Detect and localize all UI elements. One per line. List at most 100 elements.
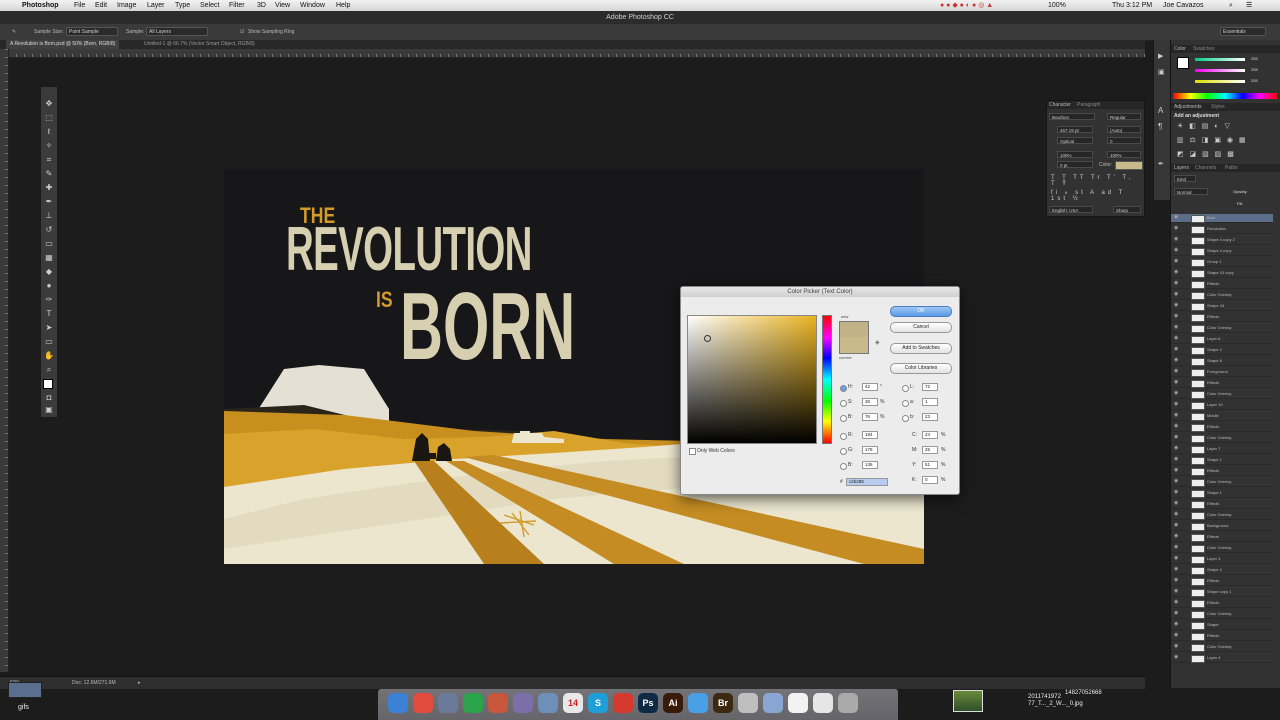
eye-icon[interactable]: ◉ [1174, 523, 1180, 528]
eye-icon[interactable]: ◉ [1174, 655, 1180, 660]
layer-row[interactable]: ◉ Shape 2 [1171, 346, 1273, 355]
layer-row[interactable]: ◉ Color Overlay [1171, 324, 1273, 333]
layer-row[interactable]: ◉ Background [1171, 522, 1273, 531]
desktop-file-2[interactable]: 14827052668 [1065, 690, 1102, 696]
user-name[interactable]: Joe Cavazos [1163, 0, 1203, 11]
screen-mode-icon[interactable]: ▣ [44, 405, 54, 415]
eye-icon[interactable]: ◉ [1174, 391, 1180, 396]
rocket-icon[interactable] [438, 693, 458, 713]
menu-layer[interactable]: Layer [147, 0, 165, 11]
eye-icon[interactable]: ◉ [1174, 578, 1180, 583]
sample-select[interactable]: All Layers [146, 27, 208, 36]
healing-tool-icon[interactable]: ✚ [44, 183, 54, 193]
hue-slider[interactable] [822, 315, 832, 444]
layer-row[interactable]: ◉ Effects [1171, 533, 1273, 542]
eye-icon[interactable]: ◉ [1174, 556, 1180, 561]
eye-icon[interactable]: ◉ [1174, 358, 1180, 363]
layer-row[interactable]: ◉ Shape 1 [1171, 456, 1273, 465]
menu-file[interactable]: File [74, 0, 85, 11]
foreground-color-swatch[interactable] [43, 379, 53, 389]
layer-row[interactable]: ◉ Middle [1171, 412, 1273, 421]
desktop-folder-gifs[interactable] [8, 682, 42, 698]
layer-row[interactable]: ◉ Shape 4 [1171, 566, 1273, 575]
layer-row[interactable]: ◉ Color Overlay [1171, 643, 1273, 652]
layer-row[interactable]: ◉ Layer 4 [1171, 654, 1273, 663]
file-icon[interactable] [813, 693, 833, 713]
blue-slider[interactable] [1195, 80, 1245, 83]
chrome-icon[interactable] [413, 693, 433, 713]
clock[interactable]: Thu 3:12 PM [1112, 0, 1152, 11]
menu-edit[interactable]: Edit [95, 0, 107, 11]
type-tool-icon[interactable]: T [44, 309, 54, 319]
calendar-icon[interactable]: 14 [563, 693, 583, 713]
blue-value[interactable]: 255 [1251, 78, 1258, 83]
hand-tool-icon[interactable]: ✋ [44, 351, 54, 361]
eye-icon[interactable]: ◉ [1174, 479, 1180, 484]
red-slider[interactable] [1195, 58, 1245, 61]
move-tool-icon[interactable]: ✥ [44, 99, 54, 109]
input-r[interactable]: 194 [862, 431, 878, 439]
input-y[interactable]: 51 [922, 461, 938, 469]
preview-icon[interactable] [538, 693, 558, 713]
layer-row[interactable]: ◉ Layer 6 [1171, 335, 1273, 344]
illustrator-icon[interactable]: Ai [663, 693, 683, 713]
layer-row[interactable]: ◉ Shape 4 copy 2 [1171, 236, 1273, 245]
adjustment-icons-row-1[interactable]: ☀ ◧ ▤ ◐ ▽ [1177, 122, 1232, 130]
path-select-tool-icon[interactable]: ➤ [44, 323, 54, 333]
vertical-ruler[interactable] [0, 49, 9, 672]
tab-color[interactable]: Color [1174, 45, 1186, 53]
menu-view[interactable]: View [275, 0, 290, 11]
font-family-select[interactable]: Bourbon [1049, 113, 1095, 120]
eye-icon[interactable]: ◉ [1174, 281, 1180, 286]
tab-paths[interactable]: Paths [1225, 164, 1238, 172]
eye-icon[interactable]: ◉ [1174, 314, 1180, 319]
eye-icon[interactable]: ◉ [1174, 545, 1180, 550]
layer-row[interactable]: ◉ Group 1 [1171, 258, 1273, 267]
spectrum-bar[interactable] [1173, 93, 1277, 99]
layer-row[interactable]: ◉ Shape 8 [1171, 357, 1273, 366]
radio-g[interactable] [840, 448, 847, 455]
radio-s[interactable] [840, 400, 847, 407]
layer-row[interactable]: ◉ Color Overlay [1171, 544, 1273, 553]
adjustment-icons-row-2[interactable]: ▥ ⚖ ◨ ▣ ◉ ▦ [1177, 136, 1248, 144]
status-icons[interactable]: ● ● ◆ ● ◐ ● ◎ ▲ [940, 0, 993, 11]
document-icon[interactable] [788, 693, 808, 713]
eye-icon[interactable]: ◉ [1174, 622, 1180, 627]
character-panel-icon[interactable]: A [1158, 106, 1163, 115]
vertical-scale-field[interactable]: 100% [1057, 151, 1093, 158]
input-k[interactable]: 0 [922, 476, 938, 484]
quick-select-tool-icon[interactable]: ✧ [44, 141, 54, 151]
layer-row[interactable]: ◉ Color Overlay [1171, 478, 1273, 487]
zoom-tool-icon[interactable]: ⌕ [44, 365, 54, 375]
adjustment-icons-row-3[interactable]: ◩ ◪ ▧ ▨ ▩ [1177, 150, 1236, 158]
tracking-field[interactable]: 0 [1107, 137, 1141, 144]
eye-icon[interactable]: ◉ [1174, 226, 1180, 231]
eye-icon[interactable]: ◉ [1174, 413, 1180, 418]
input-blue[interactable]: 136 [862, 461, 878, 469]
blur-tool-icon[interactable]: ◆ [44, 267, 54, 277]
sample-size-select[interactable]: Point Sample [66, 27, 118, 36]
picker-cursor[interactable] [704, 335, 711, 342]
eye-icon[interactable]: ◉ [1174, 600, 1180, 605]
eye-icon[interactable]: ◉ [1174, 468, 1180, 473]
radio-blue[interactable] [840, 463, 847, 470]
eye-icon[interactable]: ◉ [1174, 237, 1180, 242]
text-color-swatch[interactable] [1115, 161, 1143, 170]
eye-icon[interactable]: ◉ [1174, 567, 1180, 572]
eye-icon[interactable]: ◉ [1174, 292, 1180, 297]
show-ring-checkbox[interactable]: ☑ [240, 28, 244, 36]
type-style-buttons[interactable]: T T TT Tr T' T, T Ŧ [1051, 175, 1144, 187]
layer-row[interactable]: ◉ Effects [1171, 423, 1273, 432]
layer-row[interactable]: ◉ Layer 10 [1171, 401, 1273, 410]
layer-row[interactable]: ◉ Effects [1171, 467, 1273, 476]
eye-icon[interactable]: ◉ [1174, 512, 1180, 517]
kerning-field[interactable]: Optical [1057, 137, 1093, 144]
layer-row[interactable]: ◉ Color Overlay [1171, 291, 1273, 300]
layer-row[interactable]: ◉ Effects [1171, 379, 1273, 388]
eye-icon[interactable]: ◉ [1174, 501, 1180, 506]
eye-icon[interactable]: ◉ [1174, 248, 1180, 253]
tab-character[interactable]: Character [1049, 101, 1071, 109]
desktop-photo-thumbnail[interactable] [953, 690, 983, 712]
eyedropper-tool-icon[interactable]: ✎ [12, 28, 16, 36]
hex-input[interactable]: c2b288 [846, 478, 888, 486]
